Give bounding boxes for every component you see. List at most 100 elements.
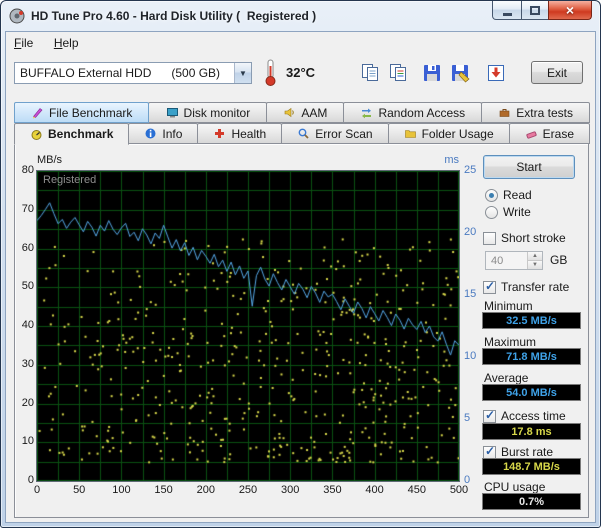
tab-label: AAM: [301, 105, 328, 120]
maximum-value: 71.8 MB/s: [482, 348, 581, 365]
burst-rate-row: Burst rate: [483, 444, 553, 459]
short-stroke-label: Short stroke: [501, 231, 566, 245]
file-benchmark-icon: [31, 106, 44, 119]
maximum-label: Maximum: [484, 335, 537, 349]
benchmark-icon: [30, 128, 43, 141]
benchmark-graph: [36, 170, 460, 482]
disk-monitor-icon: [166, 106, 179, 119]
drive-select-combo[interactable]: BUFFALO External HDD (500 GB) ▼: [14, 62, 252, 84]
menu-bar: File Help: [6, 32, 595, 53]
thermometer-icon: [265, 59, 276, 86]
write-radio-label: Write: [503, 205, 531, 219]
read-radio[interactable]: [485, 188, 498, 202]
window-controls: ×: [492, 1, 592, 20]
drive-select-value: BUFFALO External HDD (500 GB): [20, 66, 221, 80]
short-stroke-spinner[interactable]: 40 ▲ ▼: [485, 251, 543, 270]
app-window: HD Tune Pro 4.60 - Hard Disk Utility ( R…: [0, 0, 601, 528]
minimize-icon: [502, 12, 512, 16]
y-axis-left-unit: MB/s: [37, 154, 63, 166]
maximize-icon: [530, 5, 540, 15]
spinner-up-button[interactable]: ▲: [528, 252, 542, 261]
tab-folder-usage[interactable]: Folder Usage: [387, 123, 510, 144]
start-button-label: Start: [516, 160, 542, 174]
access-time-value: 17.8 ms: [482, 423, 581, 440]
write-radio-row: Write: [485, 205, 531, 219]
tab-info[interactable]: Info: [128, 123, 199, 144]
exit-button-label: Exit: [546, 65, 567, 80]
transfer-rate-label: Transfer rate: [501, 280, 570, 294]
close-icon: ×: [565, 2, 575, 18]
tab-aam[interactable]: AAM: [266, 102, 345, 123]
save-screenshot-button[interactable]: [418, 59, 446, 87]
tab-label: File Benchmark: [49, 105, 133, 120]
registered-watermark: Registered: [43, 174, 97, 186]
copy-screenshot-icon: [362, 64, 378, 81]
save-text-button[interactable]: [446, 59, 474, 87]
tab-random-access[interactable]: Random Access: [343, 102, 483, 123]
menu-help[interactable]: Help: [46, 32, 87, 53]
folder-usage-icon: [404, 127, 417, 140]
burst-rate-value: 148.7 MB/s: [482, 458, 581, 475]
minimize-button[interactable]: [492, 1, 522, 20]
chevron-down-icon: ▼: [239, 68, 247, 78]
tab-label: Info: [162, 126, 183, 141]
average-label: Average: [484, 371, 529, 385]
tab-label: Error Scan: [315, 126, 373, 141]
access-time-row: Access time: [483, 408, 566, 423]
access-time-label: Access time: [501, 409, 566, 423]
access-time-checkbox[interactable]: [483, 408, 496, 423]
read-radio-row: Read: [485, 188, 532, 202]
average-value: 54.0 MB/s: [482, 384, 581, 401]
minimum-label: Minimum: [484, 299, 533, 313]
start-button[interactable]: Start: [483, 155, 575, 179]
minimum-value: 32.5 MB/s: [482, 312, 581, 329]
tab-label: Random Access: [378, 105, 466, 120]
short-stroke-unit: GB: [550, 253, 568, 267]
window-title: HD Tune Pro 4.60 - Hard Disk Utility ( R…: [31, 9, 317, 23]
spinner-down-button[interactable]: ▼: [528, 261, 542, 269]
tab-error-scan[interactable]: Error Scan: [281, 123, 389, 144]
exit-button[interactable]: Exit: [531, 61, 583, 84]
health-icon: [213, 127, 226, 140]
client-area: File Help BUFFALO External HDD (500 GB) …: [5, 31, 596, 523]
temperature-readout: 32°C: [286, 65, 316, 80]
tab-benchmark[interactable]: Benchmark: [14, 123, 130, 145]
y-axis-right-unit: ms: [444, 154, 459, 166]
combo-dropdown-button[interactable]: ▼: [234, 63, 251, 83]
extra-tests-icon: [498, 106, 511, 119]
erase-icon: [525, 127, 538, 140]
spinner-buttons: ▲ ▼: [527, 252, 542, 269]
benchmark-plot-canvas: [37, 171, 459, 481]
read-radio-label: Read: [503, 188, 532, 202]
tab-extra-tests[interactable]: Extra tests: [481, 102, 591, 123]
save-text-icon: [452, 65, 470, 83]
maximize-button[interactable]: [521, 1, 549, 20]
tab-row-primary: Benchmark Info Health Error Scan Folder …: [14, 123, 591, 145]
tab-label: Extra tests: [516, 105, 573, 120]
transfer-rate-row: Transfer rate: [483, 279, 570, 294]
tab-label: Erase: [542, 126, 575, 141]
error-scan-icon: [297, 127, 310, 140]
tab-file-benchmark[interactable]: File Benchmark: [14, 102, 150, 123]
copy-text-icon: [390, 64, 406, 81]
tab-label: Health: [231, 126, 267, 141]
tab-disk-monitor[interactable]: Disk monitor: [148, 102, 268, 123]
menu-file[interactable]: File: [6, 32, 41, 53]
info-icon: [144, 127, 157, 140]
tab-erase[interactable]: Erase: [508, 123, 591, 144]
save-screenshot-icon: [424, 65, 440, 81]
close-button[interactable]: ×: [548, 1, 592, 20]
write-radio[interactable]: [485, 205, 498, 219]
tab-label: Disk monitor: [183, 105, 251, 120]
cpu-usage-label: CPU usage: [484, 480, 546, 494]
short-stroke-checkbox[interactable]: [483, 231, 496, 245]
tab-row-secondary: File Benchmark Disk monitor AAM Random A…: [14, 102, 591, 123]
app-icon: [9, 8, 25, 24]
copy-text-button[interactable]: [384, 59, 412, 87]
cpu-usage-value: 0.7%: [482, 493, 581, 510]
tab-health[interactable]: Health: [197, 123, 283, 144]
burst-rate-checkbox[interactable]: [483, 444, 496, 459]
copy-screenshot-button[interactable]: [356, 59, 384, 87]
transfer-rate-checkbox[interactable]: [483, 279, 496, 294]
update-button[interactable]: [482, 59, 510, 87]
